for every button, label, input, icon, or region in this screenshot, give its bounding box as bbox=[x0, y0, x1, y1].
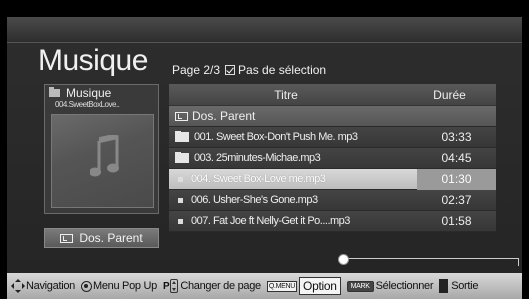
parent-folder-icon bbox=[175, 111, 188, 121]
table-row-parent[interactable]: Dos. Parent bbox=[169, 106, 496, 127]
ok-button-icon bbox=[80, 280, 92, 292]
table-row[interactable]: 001. Sweet Box-Don't Push Me. mp3 03:33 bbox=[169, 127, 496, 148]
navigation-label: Navigation bbox=[26, 280, 75, 292]
file-icon bbox=[178, 218, 183, 224]
table-row[interactable]: 003. 25minutes-Michae.mp3 04:45 bbox=[169, 148, 496, 169]
row-title: Dos. Parent bbox=[192, 109, 256, 123]
row-title: 001. Sweet Box-Don't Push Me. mp3 bbox=[194, 131, 358, 143]
column-title: Titre bbox=[274, 87, 298, 102]
row-name: 001. Sweet Box-Don't Push Me. mp3 bbox=[169, 131, 417, 143]
row-duration: 04:45 bbox=[441, 151, 472, 165]
change-page-hint: P Changer de page bbox=[163, 279, 261, 293]
exit-icon bbox=[439, 279, 449, 293]
preview-panel: Musique 004.SweetBoxLove.. bbox=[44, 84, 159, 214]
file-icon bbox=[178, 197, 183, 203]
parent-folder-icon bbox=[60, 233, 74, 243]
change-page-label: Changer de page bbox=[180, 280, 261, 292]
callout-dot bbox=[338, 254, 349, 265]
row-duration: 01:58 bbox=[441, 214, 472, 228]
folder-icon bbox=[175, 152, 189, 163]
current-file-label: 004.SweetBoxLove.. bbox=[55, 100, 120, 109]
preview-header: Musique bbox=[45, 85, 158, 100]
exit-hint: Sortie bbox=[439, 279, 478, 293]
selection-status: Pas de sélection bbox=[238, 63, 327, 77]
select-hint: MARK Sélectionner bbox=[346, 280, 434, 292]
row-duration: 02:37 bbox=[441, 193, 472, 207]
menu-popup-hint: Menu Pop Up bbox=[80, 280, 157, 292]
music-note-icon bbox=[90, 135, 119, 177]
top-band bbox=[7, 17, 522, 43]
folder-icon bbox=[175, 131, 189, 142]
row-title: 003. 25minutes-Michae.mp3 bbox=[194, 152, 321, 164]
folder-icon bbox=[49, 86, 60, 97]
file-icon bbox=[178, 176, 183, 182]
mark-key: MARK bbox=[346, 280, 374, 292]
p-key-label: P bbox=[162, 280, 170, 292]
column-duration: Durée bbox=[433, 87, 466, 102]
table-row[interactable]: 004. Sweet Box-Love me.mp3 01:30 bbox=[169, 168, 496, 190]
parent-folder-button[interactable]: Dos. Parent bbox=[44, 228, 159, 248]
dpad-icon bbox=[11, 279, 25, 293]
callout-line-vertical bbox=[518, 258, 519, 266]
table-row[interactable]: 006. Usher-She's Gone.mp3 02:37 bbox=[169, 190, 496, 211]
page-indicator: Page 2/3 bbox=[172, 63, 221, 77]
page-title: Musique bbox=[38, 44, 148, 77]
row-name: 007. Fat Joe ft Nelly-Get it Po....mp3 bbox=[169, 215, 417, 227]
row-duration: 01:30 bbox=[417, 168, 496, 190]
parent-folder-label: Dos. Parent bbox=[79, 231, 143, 245]
file-list: Titre Durée Dos. Parent 001. Sweet Box-Do… bbox=[169, 84, 496, 232]
option-button[interactable]: Option bbox=[299, 277, 341, 295]
page-info: Page 2/3 Pas de sélection bbox=[172, 63, 326, 77]
preview-label: Musique bbox=[66, 85, 112, 100]
page-updown-icon bbox=[170, 279, 179, 293]
help-bar: Navigation Menu Pop Up P Changer de page… bbox=[7, 273, 522, 299]
exit-label: Sortie bbox=[451, 280, 479, 292]
row-name: 003. 25minutes-Michae.mp3 bbox=[169, 152, 417, 164]
option-hint: Q.MENU bbox=[266, 280, 299, 292]
file-list-header: Titre Durée bbox=[169, 84, 496, 106]
album-art bbox=[51, 114, 154, 208]
navigation-hint: Navigation bbox=[11, 279, 75, 293]
row-title: 006. Usher-She's Gone.mp3 bbox=[191, 194, 318, 206]
select-label: Sélectionner bbox=[375, 280, 434, 292]
menu-popup-label: Menu Pop Up bbox=[92, 280, 157, 292]
qmenu-key: Q.MENU bbox=[266, 280, 298, 292]
checkbox-icon bbox=[225, 65, 236, 75]
row-title: 007. Fat Joe ft Nelly-Get it Po....mp3 bbox=[191, 215, 350, 227]
table-row[interactable]: 007. Fat Joe ft Nelly-Get it Po....mp3 01… bbox=[169, 211, 496, 232]
row-name: 004. Sweet Box-Love me.mp3 bbox=[169, 173, 417, 185]
callout-line bbox=[344, 258, 519, 259]
row-duration: 03:33 bbox=[441, 130, 472, 144]
row-title: 004. Sweet Box-Love me.mp3 bbox=[191, 173, 326, 185]
row-name: 006. Usher-She's Gone.mp3 bbox=[169, 194, 417, 206]
row-name: Dos. Parent bbox=[169, 109, 417, 123]
